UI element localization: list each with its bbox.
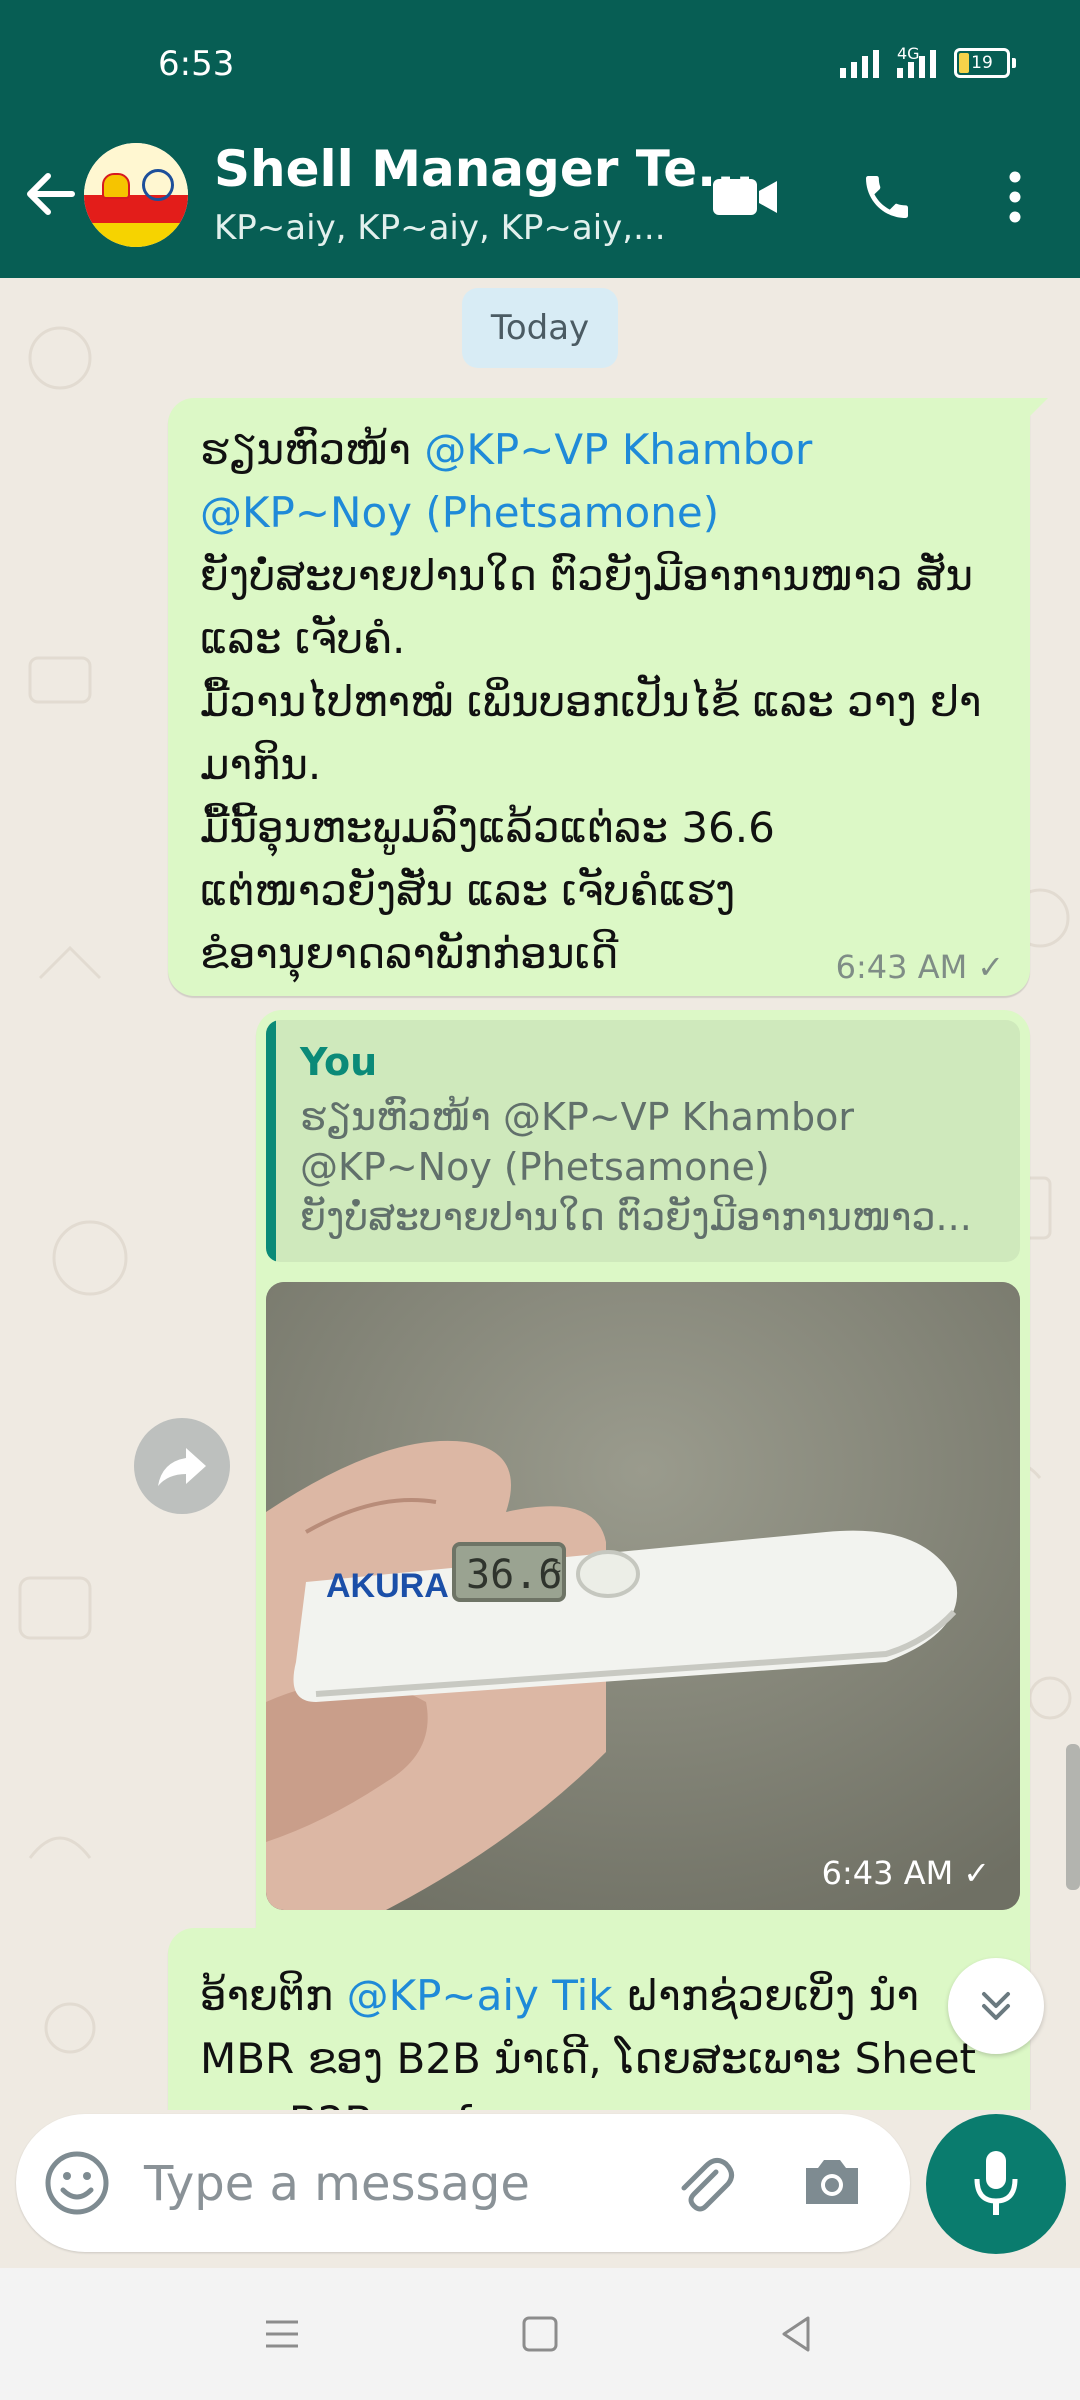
mention-link[interactable]: @KP~VP Khambor [424, 425, 812, 474]
message-prefix: ອ້າຍຕິກ [200, 1971, 347, 2020]
mention-link[interactable]: @KP~Noy (Phetsamone) [200, 488, 719, 537]
signal-icon [840, 50, 879, 78]
message-list[interactable]: Today ຮຽນຫົວໜ້າ @KP~VP Khambor @KP~Noy (… [0, 278, 1080, 2110]
thermometer-brand: AKURA [326, 1567, 449, 1605]
menu-icon[interactable] [258, 2310, 306, 2358]
shell-logo-icon [102, 173, 130, 199]
thermometer-reading: 36.6 [466, 1552, 562, 1598]
date-chip: Today [462, 288, 618, 368]
status-time: 6:53 [158, 44, 235, 84]
camera-icon[interactable] [800, 2152, 864, 2216]
message-bubble[interactable]: ອ້າຍຕິກ @KP~aiy Tik ຝາກຊ່ວຍເບິ່ງ ນໍາ MBR… [168, 1928, 1030, 2110]
group-avatar[interactable] [84, 143, 188, 247]
message-text: ຮຽນຫົວໜ້າ @KP~VP Khambor @KP~Noy (Phetsa… [200, 418, 1000, 985]
network-type: 4G [897, 44, 920, 63]
scrollbar[interactable] [1066, 1744, 1080, 1890]
back-triangle-icon[interactable] [774, 2310, 822, 2358]
quote-author: You [300, 1040, 378, 1084]
more-vert-icon[interactable] [980, 162, 1050, 232]
double-chevron-down-icon[interactable] [948, 1958, 1044, 2054]
quoted-message[interactable]: You ຮຽນຫົວໜ້າ @KP~VP Khambor @KP~Noy (Ph… [266, 1020, 1020, 1262]
home-square-icon[interactable] [516, 2310, 564, 2358]
forward-icon[interactable] [134, 1418, 230, 1514]
message-body: ຍັງບໍ່ສະບາຍປານໃດ ຕົວຍັງມີອາການໜາວ ສັ່ນ ແ… [200, 551, 982, 978]
message-time: 6:43 AM [821, 1854, 954, 1892]
battery-icon: 19 [954, 48, 1016, 78]
thermometer-photo: AKURA 36.6 c [266, 1282, 1020, 1910]
mention-link[interactable]: @KP~aiy Tik [347, 1971, 613, 2020]
message-meta: 6:43 AM ✓ [822, 1854, 990, 1892]
phone-icon[interactable] [852, 162, 922, 232]
message-greeting: ຮຽນຫົວໜ້າ [200, 425, 425, 474]
message-meta: 6:43 AM ✓ [836, 948, 1004, 986]
chat-title[interactable]: Shell Manager Te... [214, 140, 754, 198]
thermometer-unit: c [551, 1556, 562, 1577]
message-time: 6:43 AM [835, 948, 968, 986]
chat-participants[interactable]: KP~aiy, KP~aiy, KP~aiy,... [214, 208, 666, 248]
battery-level: 19 [971, 53, 993, 73]
sent-check-icon: ✓ [963, 1854, 990, 1892]
back-arrow-icon[interactable] [22, 166, 78, 222]
mic-icon[interactable] [926, 2114, 1066, 2254]
message-text: ອ້າຍຕິກ @KP~aiy Tik ຝາກຊ່ວຍເບິ່ງ ນໍາ MBR… [200, 1964, 1000, 2110]
emoji-icon[interactable] [44, 2150, 110, 2220]
chat-header: Shell Manager Te... KP~aiy, KP~aiy, KP~a… [0, 110, 1080, 278]
message-input[interactable]: Type a message [144, 2156, 530, 2212]
quote-text: ຮຽນຫົວໜ້າ @KP~VP Khambor @KP~Noy (Phetsa… [300, 1095, 972, 1239]
message-input-bar[interactable]: Type a message [16, 2114, 910, 2252]
message-image[interactable]: AKURA 36.6 c 6:43 AM ✓ [266, 1282, 1020, 1910]
attach-icon[interactable] [672, 2154, 736, 2222]
partner-logo-icon [142, 169, 174, 201]
signal-4g-icon: 4G [897, 44, 936, 78]
message-bubble[interactable]: ຮຽນຫົວໜ້າ @KP~VP Khambor @KP~Noy (Phetsa… [168, 398, 1048, 996]
status-bar: 6:53 4G 19 [0, 0, 1080, 110]
video-call-icon[interactable] [710, 162, 780, 232]
system-nav-bar [0, 2268, 1080, 2400]
status-icons: 4G 19 [840, 44, 1016, 78]
sent-check-icon: ✓ [977, 948, 1004, 986]
